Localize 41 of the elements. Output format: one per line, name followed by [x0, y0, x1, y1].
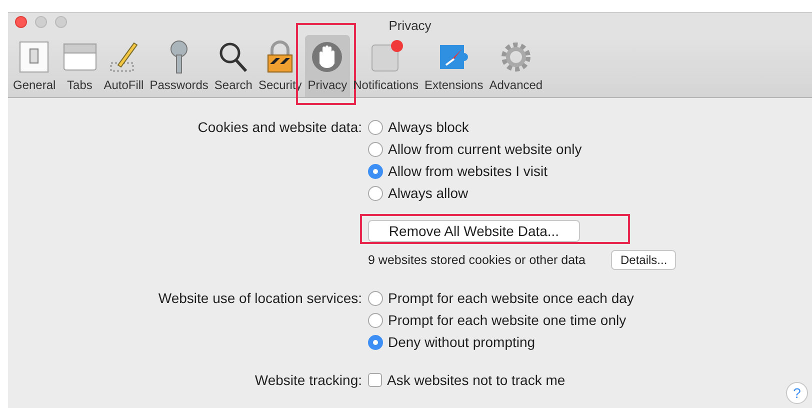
- radio-button[interactable]: [368, 186, 383, 200]
- toolbar-tab[interactable]: Tabs: [58, 35, 101, 97]
- radio-option[interactable]: Always allow: [368, 182, 812, 204]
- option-label: Ask websites not to track me: [387, 372, 566, 388]
- option-label: Always allow: [388, 185, 468, 201]
- radio-button[interactable]: [368, 290, 383, 306]
- option-label: Allow from websites I visit: [388, 163, 548, 179]
- radio-button[interactable]: [368, 334, 383, 350]
- window-title: Privacy: [388, 18, 432, 32]
- option-label: Always block: [388, 119, 469, 135]
- toolbar-tab[interactable]: General: [10, 35, 59, 97]
- toolbar-tab[interactable]: Passwords: [146, 35, 212, 97]
- details-button[interactable]: Details...: [611, 250, 676, 270]
- setting-label: Website use of location services:: [157, 289, 362, 308]
- zoom-button[interactable]: [55, 16, 67, 28]
- option-label: Deny without prompting: [388, 334, 536, 350]
- toolbar-tab[interactable]: Extensions: [422, 35, 486, 97]
- minimize-button[interactable]: [35, 16, 47, 28]
- radio-option[interactable]: Always block: [368, 116, 812, 138]
- radio-option[interactable]: Allow from websites I visit: [368, 160, 812, 182]
- radio-button[interactable]: [368, 120, 383, 134]
- radio-option[interactable]: Allow from current website only: [368, 138, 812, 160]
- cookie-count-note: 9 websites stored cookies or other data: [368, 253, 586, 267]
- toolbar-tab[interactable]: Advanced: [486, 35, 546, 97]
- option-label: Prompt for each website one time only: [388, 312, 626, 328]
- radio-button[interactable]: [368, 312, 383, 328]
- radio-option[interactable]: Prompt for each website one time only: [368, 309, 812, 331]
- close-button[interactable]: [15, 16, 27, 28]
- radio-button[interactable]: [368, 142, 383, 156]
- setting-label: Website tracking:: [254, 371, 362, 390]
- radio-option[interactable]: Deny without prompting: [368, 331, 812, 353]
- toolbar-tab[interactable]: AutoFill: [100, 35, 147, 97]
- toolbar-tab[interactable]: Privacy: [304, 35, 350, 97]
- setting-label: Cookies and website data:: [196, 118, 362, 137]
- radio-button[interactable]: [368, 164, 383, 178]
- option-label: Allow from current website only: [388, 141, 582, 157]
- remove-data-button[interactable]: Remove All Website Data...: [368, 220, 580, 242]
- toolbar-tab[interactable]: Search: [211, 35, 256, 97]
- radio-option[interactable]: Prompt for each website once each day: [368, 287, 812, 309]
- option-label: Prompt for each website once each day: [388, 290, 634, 306]
- checkbox[interactable]: [368, 373, 382, 387]
